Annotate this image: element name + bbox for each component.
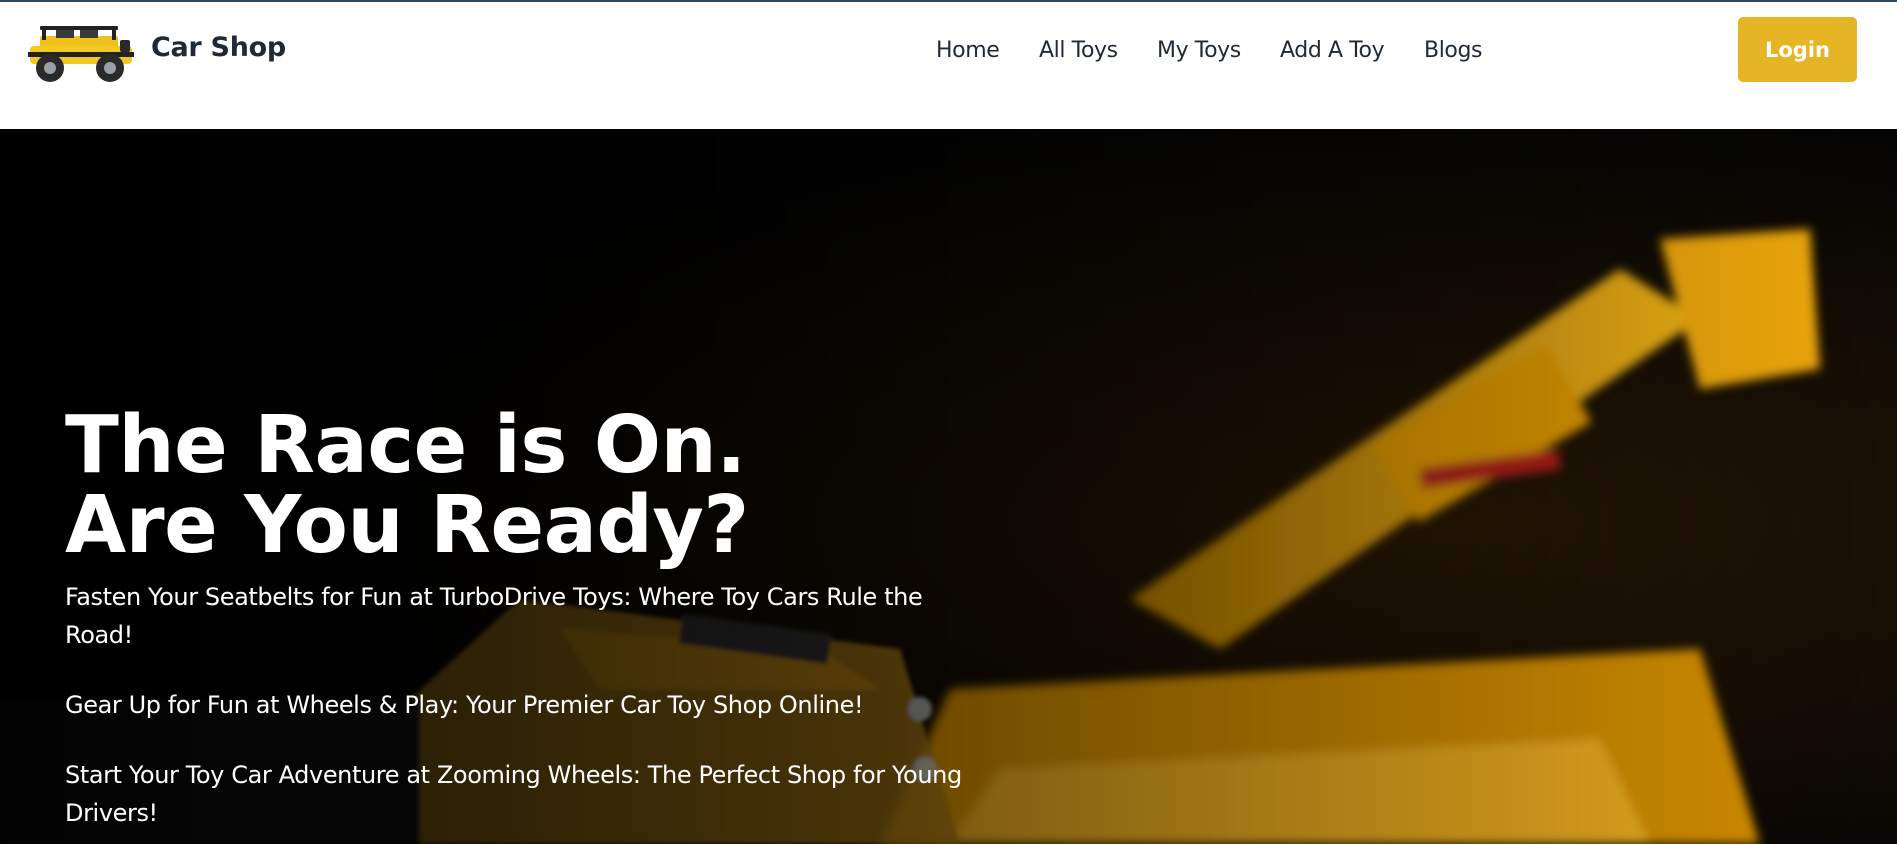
nav-home[interactable]: Home: [936, 38, 1000, 63]
nav-add-a-toy[interactable]: Add A Toy: [1280, 38, 1385, 63]
hero-paragraph-1: Fasten Your Seatbelts for Fun at TurboDr…: [65, 583, 923, 649]
hero-banner: The Race is On. Are You Ready? Fasten Yo…: [0, 129, 1897, 844]
hero-title-line-1: The Race is On.: [65, 399, 746, 491]
hero-paragraph-2: Gear Up for Fun at Wheels & Play: Your P…: [65, 691, 864, 719]
hero-title-line-2: Are You Ready?: [65, 479, 749, 571]
login-button[interactable]: Login: [1738, 17, 1857, 82]
nav-all-toys[interactable]: All Toys: [1039, 38, 1118, 63]
hero-content: The Race is On. Are You Ready? Fasten Yo…: [65, 405, 965, 832]
hero-paragraph-3: Start Your Toy Car Adventure at Zooming …: [65, 761, 962, 827]
nav-my-toys[interactable]: My Toys: [1157, 38, 1241, 63]
site-header: Car Shop Home All Toys My Toys Add A Toy…: [0, 2, 1897, 129]
hero-title: The Race is On. Are You Ready?: [65, 405, 965, 565]
nav-blogs[interactable]: Blogs: [1424, 38, 1482, 63]
main-nav: Home All Toys My Toys Add A Toy Blogs: [0, 38, 1897, 68]
